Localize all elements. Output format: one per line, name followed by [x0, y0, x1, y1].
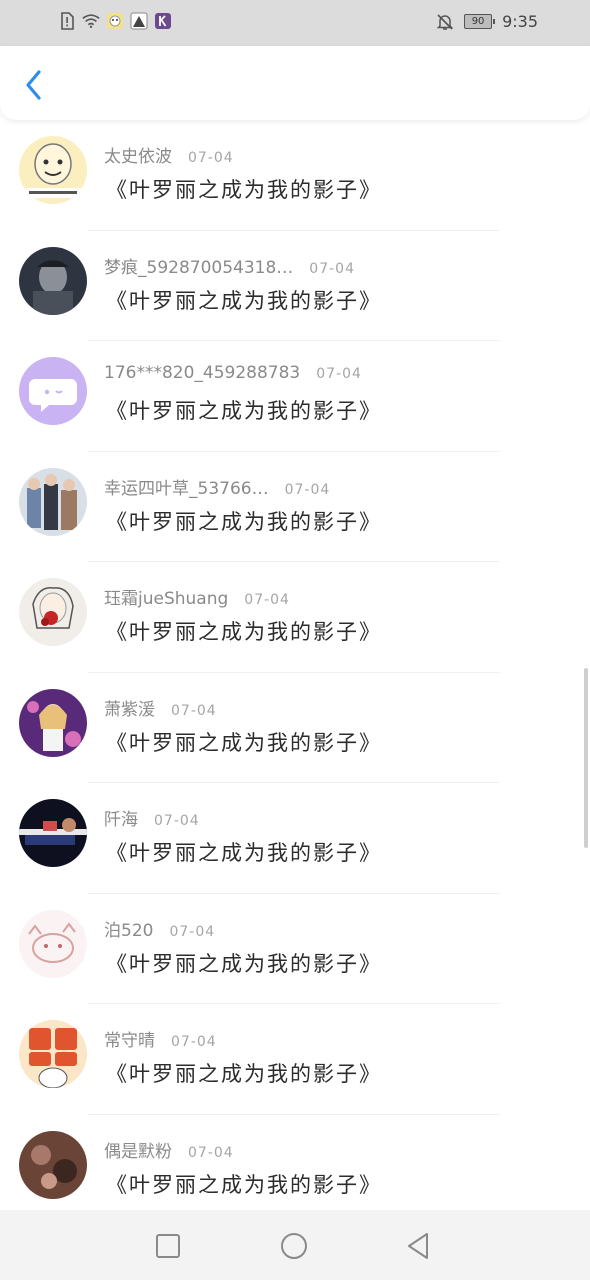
comment-date: 07-04 [316, 366, 362, 382]
username[interactable]: 常守晴 [104, 1026, 155, 1051]
comment-text: 《叶罗丽之成为我的影子》 [106, 399, 382, 423]
username[interactable]: 阡海 [104, 805, 138, 830]
comment-meta: 176***820_459288783 07-04 [104, 363, 362, 383]
comment-text: 《叶罗丽之成为我的影子》 [106, 509, 382, 534]
app-notification-icon [106, 12, 124, 30]
username[interactable]: 萧紫湲 [104, 695, 155, 720]
comment-text: 《叶罗丽之成为我的影子》 [106, 730, 382, 755]
comment-meta: 阡海 07-04 [104, 805, 200, 830]
status-left-icons [58, 12, 172, 30]
k-app-icon [154, 12, 172, 30]
comment-text: 《叶罗丽之成为我的影子》 [106, 1062, 382, 1086]
list-item[interactable]: 常守晴 07-04 《叶罗丽之成为我的影子》 [0, 1004, 590, 1115]
system-navigation-bar [0, 1210, 590, 1280]
comment-meta: 幸运四叶草_53766… 07-04 [104, 474, 330, 499]
username[interactable]: 偶是默粉 [104, 1137, 172, 1162]
comment-text: 《叶罗丽之成为我的影子》 [106, 1172, 382, 1197]
list-item[interactable]: 泊520 07-04 《叶罗丽之成为我的影子》 [0, 894, 590, 1004]
list-item[interactable]: 太史依波 07-04 《叶罗丽之成为我的影子》 [0, 120, 590, 231]
top-app-bar [0, 46, 590, 120]
comment-list: 太史依波 07-04 《叶罗丽之成为我的影子》 梦痕_592870054318…… [0, 120, 590, 1225]
comment-date: 07-04 [284, 481, 331, 498]
status-right: 90 9:35 [436, 12, 538, 31]
username[interactable]: 梦痕_592870054318… [104, 253, 293, 278]
sim-alert-icon [58, 12, 76, 30]
avatar[interactable] [19, 799, 87, 867]
mute-bell-icon [436, 13, 454, 31]
avatar[interactable] [19, 688, 87, 757]
comment-date: 07-04 [244, 592, 290, 608]
comment-date: 07-04 [309, 260, 355, 277]
avatar[interactable] [19, 578, 87, 646]
comment-meta: 太史依波 07-04 [104, 142, 234, 167]
comment-meta: 泊520 07-04 [104, 916, 215, 941]
avatar[interactable] [19, 1020, 87, 1088]
status-bar: 90 9:35 [0, 0, 590, 46]
battery-indicator: 90 [464, 14, 496, 29]
app-notification-icon [130, 12, 148, 30]
list-item[interactable]: 萧紫湲 07-04 《叶罗丽之成为我的影子》 [0, 673, 590, 783]
avatar[interactable] [19, 467, 87, 536]
username[interactable]: 太史依波 [104, 142, 172, 167]
comment-text: 《叶罗丽之成为我的影子》 [106, 620, 382, 644]
back-nav-button[interactable] [404, 1232, 432, 1260]
recent-apps-button[interactable] [154, 1232, 182, 1260]
comment-date: 07-04 [188, 150, 234, 166]
username[interactable]: 珏霜jueShuang [104, 584, 228, 609]
comment-meta: 梦痕_592870054318… 07-04 [104, 253, 355, 278]
avatar[interactable] [19, 136, 87, 204]
list-item[interactable]: 幸运四叶草_53766… 07-04 《叶罗丽之成为我的影子》 [0, 452, 590, 562]
avatar[interactable] [19, 909, 87, 978]
list-item[interactable]: 阡海 07-04 《叶罗丽之成为我的影子》 [0, 783, 590, 894]
comment-date: 07-04 [169, 923, 216, 940]
avatar[interactable] [19, 246, 87, 315]
avatar[interactable] [19, 1130, 87, 1199]
list-item[interactable]: 偶是默粉 07-04 《叶罗丽之成为我的影子》 [0, 1115, 590, 1226]
chevron-left-icon [26, 70, 41, 100]
username[interactable]: 泊520 [104, 916, 153, 941]
home-icon [281, 1233, 307, 1259]
list-item[interactable]: 176***820_459288783 07-04 《叶罗丽之成为我的影子》 [0, 341, 590, 452]
list-item[interactable]: 梦痕_592870054318… 07-04 《叶罗丽之成为我的影子》 [0, 231, 590, 341]
comment-date: 07-04 [154, 813, 200, 829]
comment-text: 《叶罗丽之成为我的影子》 [106, 288, 382, 313]
back-button[interactable] [18, 68, 48, 102]
wifi-icon [82, 12, 100, 30]
comment-meta: 常守晴 07-04 [104, 1026, 217, 1051]
comment-text: 《叶罗丽之成为我的影子》 [106, 841, 382, 865]
username[interactable]: 幸运四叶草_53766… [104, 474, 269, 499]
comment-meta: 珏霜jueShuang 07-04 [104, 584, 290, 609]
comment-date: 07-04 [171, 1034, 217, 1050]
comment-meta: 偶是默粉 07-04 [104, 1137, 234, 1162]
back-triangle-icon [408, 1233, 428, 1259]
comment-date: 07-04 [171, 702, 217, 719]
avatar[interactable] [19, 357, 87, 425]
username[interactable]: 176***820_459288783 [104, 363, 300, 383]
scrollbar[interactable] [584, 668, 588, 848]
comment-text: 《叶罗丽之成为我的影子》 [106, 178, 382, 202]
list-item[interactable]: 珏霜jueShuang 07-04 《叶罗丽之成为我的影子》 [0, 562, 590, 673]
comment-text: 《叶罗丽之成为我的影子》 [106, 951, 382, 976]
comment-date: 07-04 [188, 1144, 234, 1161]
recent-apps-icon [156, 1234, 180, 1258]
home-button[interactable] [280, 1232, 308, 1260]
clock: 9:35 [502, 12, 538, 31]
comment-meta: 萧紫湲 07-04 [104, 695, 217, 720]
